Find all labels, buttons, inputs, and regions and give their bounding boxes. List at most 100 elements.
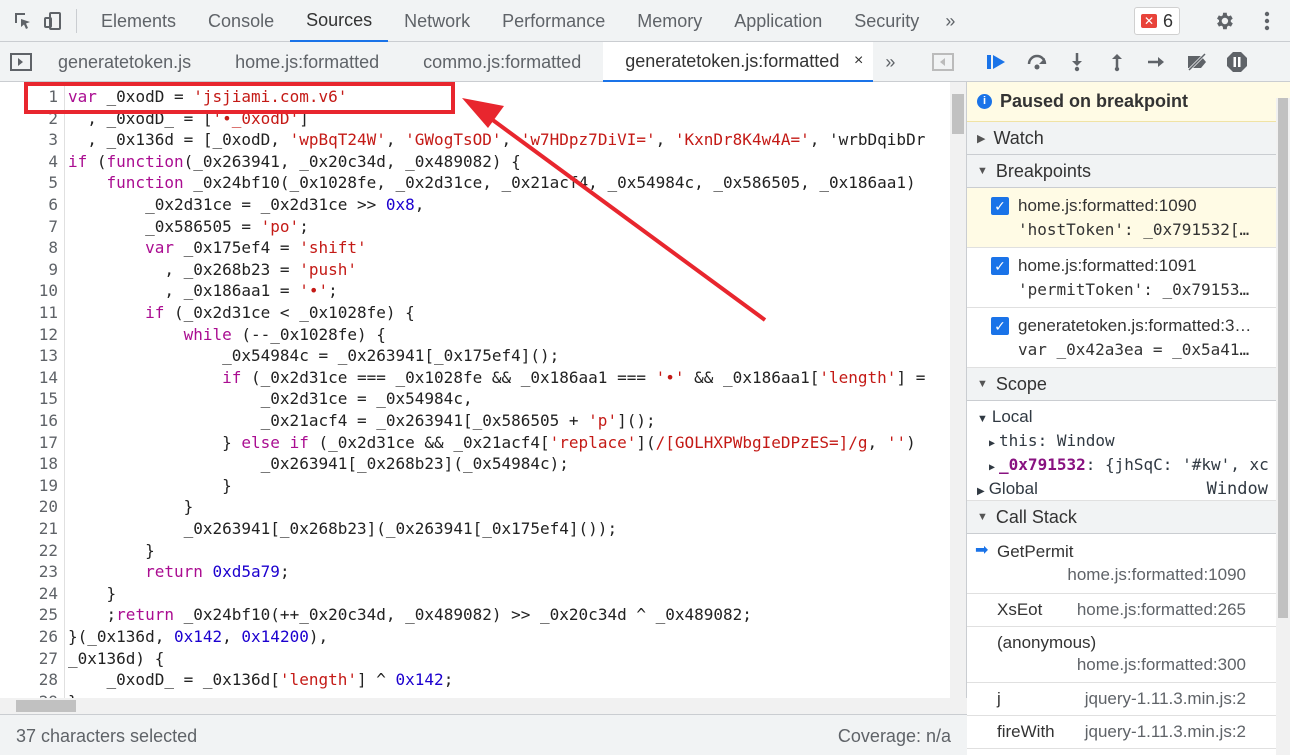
code-editor[interactable]: 1 var _0xodD = 'jsjiami.com.v6' 2 , _0xodD…	[0, 82, 967, 698]
line-number[interactable]: 19	[0, 475, 58, 497]
code-line[interactable]: 18 _0x263941[_0x268b23](_0x54984c);	[0, 453, 950, 475]
tab-sources[interactable]: Sources	[290, 0, 389, 42]
code-line[interactable]: 8 var _0x175ef4 = 'shift'	[0, 237, 950, 259]
line-number[interactable]: 11	[0, 302, 58, 324]
code-line[interactable]: 11 if (_0x2d31ce < _0x1028fe) {	[0, 302, 950, 324]
call-frame[interactable]: XsEot home.js:formatted:265	[967, 594, 1290, 627]
device-toolbar-icon[interactable]	[38, 6, 68, 36]
tab-elements[interactable]: Elements	[85, 0, 192, 42]
code-line[interactable]: 17 } else if (_0x2d31ce && _0x21acf4['re…	[0, 432, 950, 454]
code-line[interactable]: 7 _0x586505 = 'po';	[0, 216, 950, 238]
line-number[interactable]: 10	[0, 280, 58, 302]
line-number[interactable]: 12	[0, 324, 58, 346]
line-number[interactable]: 27	[0, 648, 58, 670]
toggle-navigator-icon[interactable]	[6, 47, 36, 77]
call-frame-current[interactable]: ➡ GetPermit home.js:formatted:1090	[967, 534, 1290, 594]
step-out-icon[interactable]	[1097, 47, 1137, 77]
call-frame[interactable]: (anonymous) home.js:formatted:300	[967, 627, 1290, 683]
tab-performance[interactable]: Performance	[486, 0, 621, 42]
breakpoint-checkbox[interactable]: ✓	[991, 197, 1009, 215]
scrollbar-thumb[interactable]	[952, 94, 964, 134]
step-into-icon[interactable]	[1057, 47, 1097, 77]
more-tabs-button[interactable]: »	[935, 0, 965, 42]
code-line[interactable]: 6 _0x2d31ce = _0x2d31ce >> 0x8,	[0, 194, 950, 216]
line-number[interactable]: 22	[0, 540, 58, 562]
breakpoint-item[interactable]: ✓ home.js:formatted:1091 'permitToken': …	[967, 248, 1290, 308]
scrollbar-thumb[interactable]	[16, 700, 76, 712]
step-over-icon[interactable]	[1017, 47, 1057, 77]
line-number[interactable]: 26	[0, 626, 58, 648]
line-number[interactable]: 15	[0, 388, 58, 410]
code-line[interactable]: 21 _0x263941[_0x268b23](_0x263941[_0x175…	[0, 518, 950, 540]
code-line[interactable]: 20 }	[0, 496, 950, 518]
tab-network[interactable]: Network	[388, 0, 486, 42]
file-tab-generatetoken[interactable]: generatetoken.js	[36, 42, 213, 82]
line-number[interactable]: 17	[0, 432, 58, 454]
line-number[interactable]: 4	[0, 151, 58, 173]
line-number[interactable]: 9	[0, 259, 58, 281]
line-number[interactable]: 28	[0, 669, 58, 691]
line-number[interactable]: 5	[0, 172, 58, 194]
code-line[interactable]: 14 if (_0x2d31ce === _0x1028fe && _0x186…	[0, 367, 950, 389]
line-number[interactable]: 16	[0, 410, 58, 432]
file-tab-generatetoken-formatted[interactable]: generatetoken.js:formatted ×	[603, 41, 874, 82]
line-number[interactable]: 14	[0, 367, 58, 389]
resume-icon[interactable]	[977, 47, 1017, 77]
close-tab-icon[interactable]: ×	[854, 42, 863, 80]
toggle-debugger-sidebar-icon[interactable]	[928, 47, 958, 77]
tab-security[interactable]: Security	[838, 0, 935, 42]
code-line[interactable]: 15 _0x2d31ce = _0x54984c,	[0, 388, 950, 410]
scope-local[interactable]: ▼ Local	[967, 405, 1290, 429]
more-file-tabs-button[interactable]: »	[873, 42, 907, 82]
line-number[interactable]: 25	[0, 604, 58, 626]
scope-this[interactable]: ▶ this: Window	[967, 429, 1290, 453]
file-tab-commo-formatted[interactable]: commo.js:formatted	[401, 42, 603, 82]
code-line[interactable]: 27 _0x136d) {	[0, 648, 950, 670]
line-number[interactable]: 3	[0, 129, 58, 151]
line-number[interactable]: 21	[0, 518, 58, 540]
more-options-icon[interactable]	[1252, 6, 1282, 36]
code-line[interactable]: 13 _0x54984c = _0x263941[_0x175ef4]();	[0, 345, 950, 367]
code-line[interactable]: 10 , _0x186aa1 = '•';	[0, 280, 950, 302]
line-number[interactable]: 8	[0, 237, 58, 259]
line-number[interactable]: 29	[0, 691, 58, 698]
breakpoint-item[interactable]: ✓ home.js:formatted:1090 'hostToken': _0…	[967, 188, 1290, 248]
call-stack-section-header[interactable]: ▼ Call Stack	[967, 501, 1290, 534]
sidebar-scrollbar[interactable]	[1276, 98, 1290, 755]
code-line[interactable]: 29}	[0, 691, 950, 698]
scope-global[interactable]: ▶ Global Window	[967, 477, 1290, 501]
breakpoint-checkbox[interactable]: ✓	[991, 257, 1009, 275]
deactivate-breakpoints-icon[interactable]	[1177, 47, 1217, 77]
code-line[interactable]: 26}(_0x136d, 0x142, 0x14200),	[0, 626, 950, 648]
line-number[interactable]: 7	[0, 216, 58, 238]
breakpoint-item[interactable]: ✓ generatetoken.js:formatted:3… var _0x4…	[967, 308, 1290, 368]
line-number[interactable]: 13	[0, 345, 58, 367]
line-number[interactable]: 18	[0, 453, 58, 475]
file-tab-home-formatted[interactable]: home.js:formatted	[213, 42, 401, 82]
breakpoints-section-header[interactable]: ▼ Breakpoints	[967, 155, 1290, 188]
code-line[interactable]: 22 }	[0, 540, 950, 562]
call-frame[interactable]: j jquery-1.11.3.min.js:2	[967, 683, 1290, 716]
scrollbar-thumb[interactable]	[1278, 98, 1288, 618]
code-line[interactable]: 5 function _0x24bf10(_0x1028fe, _0x2d31c…	[0, 172, 950, 194]
line-number[interactable]: 24	[0, 583, 58, 605]
call-frame[interactable]: fireWith jquery-1.11.3.min.js:2	[967, 716, 1290, 749]
editor-horizontal-scrollbar[interactable]	[0, 698, 967, 714]
code-line[interactable]: 19 }	[0, 475, 950, 497]
inspect-element-icon[interactable]	[8, 6, 38, 36]
scope-section-header[interactable]: ▼ Scope	[967, 368, 1290, 401]
tab-console[interactable]: Console	[192, 0, 290, 42]
code-line[interactable]: 23 return 0xd5a79;	[0, 561, 950, 583]
line-number[interactable]: 20	[0, 496, 58, 518]
settings-gear-icon[interactable]	[1209, 6, 1239, 36]
tab-application[interactable]: Application	[718, 0, 838, 42]
code-line[interactable]: 25 ;return _0x24bf10(++_0x20c34d, _0x489…	[0, 604, 950, 626]
code-line[interactable]: 16 _0x21acf4 = _0x263941[_0x586505 + 'p'…	[0, 410, 950, 432]
code-line[interactable]: 3 , _0x136d = [_0xodD, 'wpBqT24W', 'GWog…	[0, 129, 950, 151]
breakpoint-checkbox[interactable]: ✓	[991, 317, 1009, 335]
watch-section-header[interactable]: ▶ Watch	[967, 122, 1290, 155]
code-line[interactable]: 12 while (--_0x1028fe) {	[0, 324, 950, 346]
editor-vertical-scrollbar[interactable]	[950, 82, 966, 698]
tab-memory[interactable]: Memory	[621, 0, 718, 42]
step-icon[interactable]	[1137, 47, 1177, 77]
